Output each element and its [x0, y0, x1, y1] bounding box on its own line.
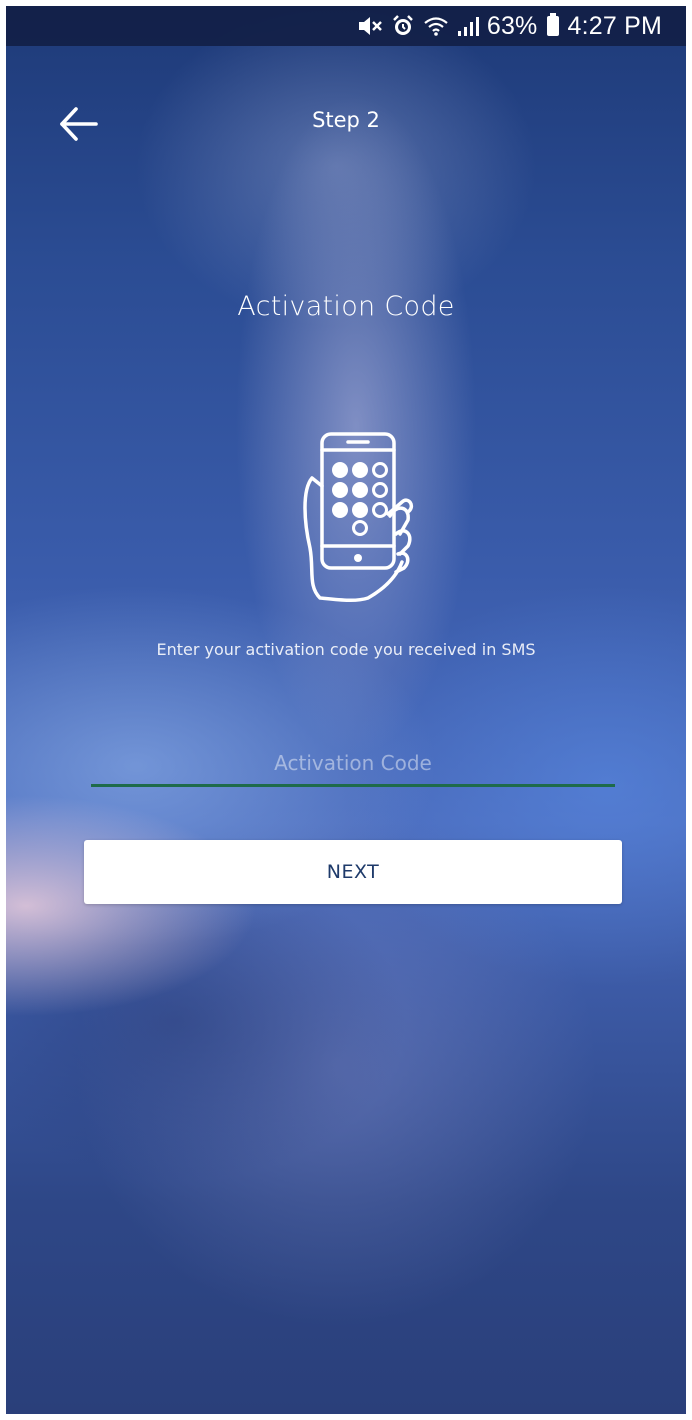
status-time: 4:27 PM: [567, 11, 662, 40]
alarm-icon: [392, 15, 413, 35]
wifi-icon: [424, 17, 448, 36]
step-title: Step 2: [312, 108, 380, 132]
page-title: Activation Code: [237, 291, 455, 322]
status-bar: 63% 4:27 PM: [6, 6, 686, 46]
phone-keypad-in-hand-icon: [303, 432, 414, 603]
instruction-text: Enter your activation code you received …: [156, 640, 536, 659]
next-button[interactable]: NEXT: [84, 840, 622, 904]
top-bar: Step 2: [6, 96, 686, 150]
battery-icon: [547, 13, 560, 36]
signal-icon: [457, 17, 479, 36]
activation-code-input[interactable]: [91, 741, 615, 787]
mute-icon: [358, 17, 382, 35]
battery-percentage: 63%: [486, 11, 538, 40]
activation-screen: 63% 4:27 PM Step 2 Activation Code Enter…: [6, 6, 686, 1414]
